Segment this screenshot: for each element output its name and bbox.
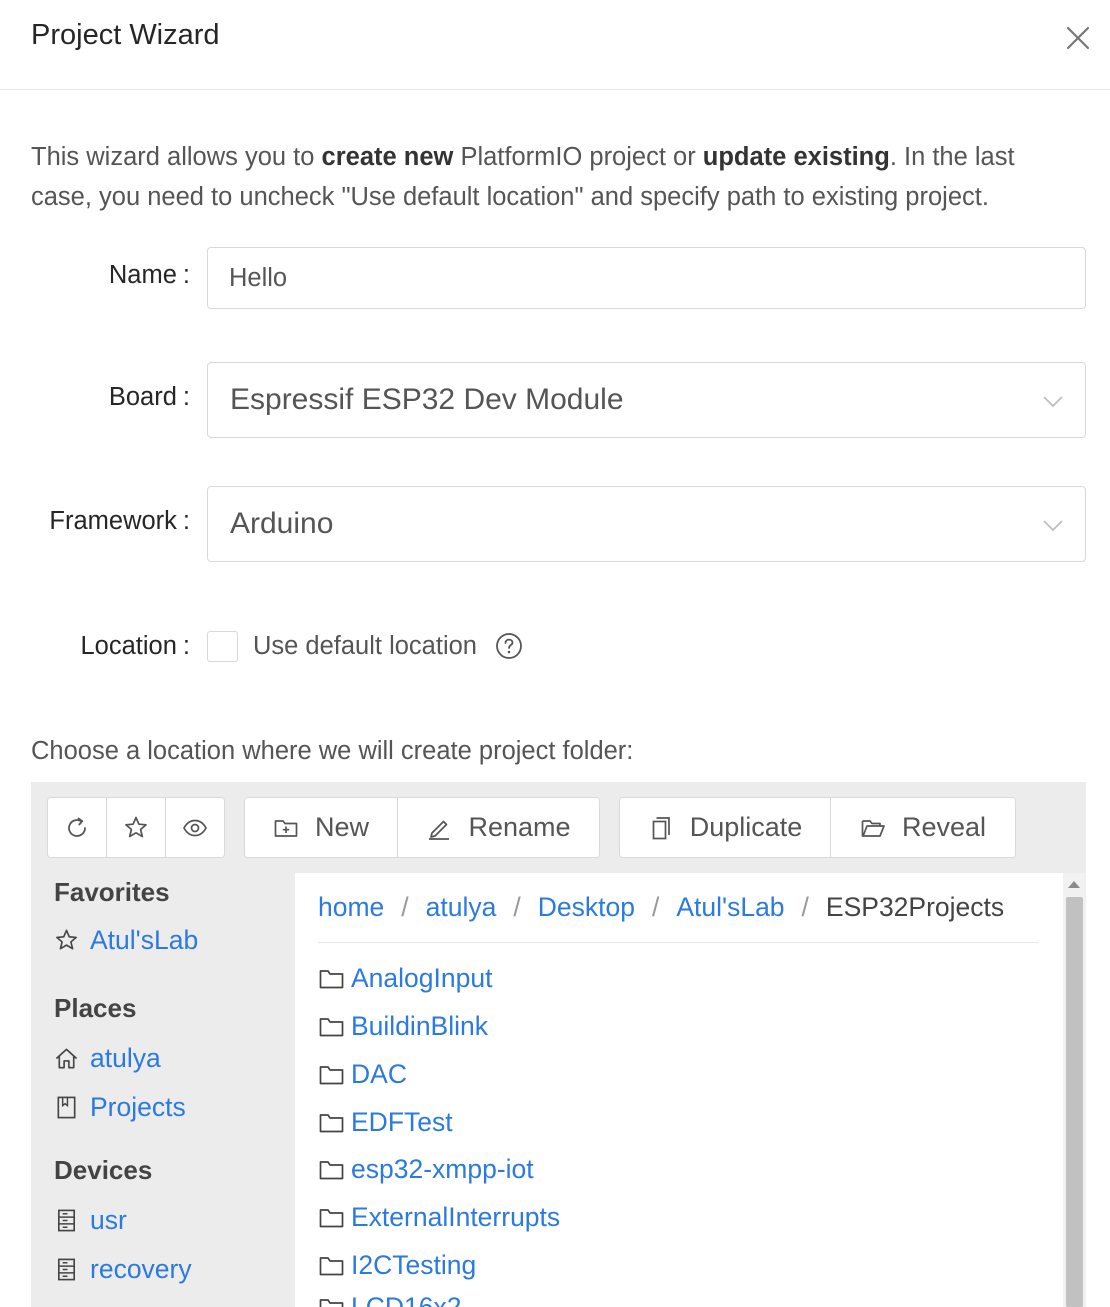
chevron-down-icon — [1043, 396, 1063, 408]
folder-item[interactable]: AnalogInput — [318, 963, 492, 994]
framework-label: Framework: — [49, 507, 190, 535]
folder-icon — [319, 1256, 344, 1275]
scrollbar-thumb[interactable] — [1066, 897, 1083, 1307]
toggle-hidden-button[interactable] — [166, 798, 224, 857]
star-icon — [56, 929, 77, 950]
copy-icon — [652, 816, 670, 839]
scroll-up-arrow-icon[interactable] — [1068, 881, 1080, 888]
toolbar-edit-group: New Rename — [244, 797, 600, 858]
chevron-down-icon — [1043, 520, 1063, 532]
folder-icon — [319, 1208, 344, 1227]
home-icon — [55, 1048, 78, 1069]
folder-icon — [319, 969, 344, 988]
folder-item[interactable]: esp32-xmpp-iot — [318, 1154, 534, 1185]
folder-list-panel — [295, 873, 1063, 1307]
folder-icon — [319, 1298, 344, 1307]
toolbar-icon-group — [47, 797, 225, 858]
close-button[interactable] — [1062, 22, 1094, 54]
new-folder-button[interactable]: New — [245, 798, 398, 857]
folder-icon — [319, 1160, 344, 1179]
sidebar-item-recovery[interactable]: recovery — [54, 1254, 192, 1285]
breadcrumb-home[interactable]: home — [318, 892, 384, 923]
folder-open-icon — [861, 819, 885, 837]
refresh-icon — [68, 817, 86, 837]
refresh-button[interactable] — [48, 798, 107, 857]
toolbar-file-group: Duplicate Reveal — [619, 797, 1016, 858]
default-location-checkbox[interactable] — [207, 631, 238, 662]
folder-add-icon — [274, 819, 298, 837]
folder-item[interactable]: ExternalInterrupts — [318, 1202, 560, 1233]
breadcrumb-divider — [318, 942, 1038, 943]
location-label: Location: — [80, 632, 190, 660]
eye-icon — [183, 819, 207, 836]
folder-item[interactable]: LCD16x2 — [318, 1292, 461, 1307]
board-label: Board: — [108, 383, 190, 411]
help-icon[interactable] — [495, 632, 523, 660]
folder-icon — [319, 1065, 344, 1084]
board-select[interactable]: Espressif ESP32 Dev Module — [207, 362, 1086, 438]
devices-heading: Devices — [54, 1155, 153, 1185]
rename-button[interactable]: Rename — [398, 798, 599, 857]
favorites-heading: Favorites — [54, 877, 170, 907]
framework-select-value: Arduino — [230, 507, 334, 540]
star-icon — [125, 816, 147, 837]
location-prompt: Choose a location where we will create p… — [31, 737, 634, 765]
bookmark-book-icon — [57, 1096, 76, 1119]
folder-item[interactable]: I2CTesting — [318, 1250, 476, 1281]
sidebar-item-atulslab[interactable]: Atul'sLab — [54, 925, 198, 956]
breadcrumb-atulya[interactable]: atulya — [426, 892, 497, 923]
framework-select[interactable]: Arduino — [207, 486, 1086, 562]
breadcrumb-current: ESP32Projects — [825, 892, 1005, 922]
sidebar-item-atulya[interactable]: atulya — [54, 1043, 161, 1074]
sidebar-item-usr[interactable]: usr — [54, 1205, 127, 1236]
sidebar-item-projects[interactable]: Projects — [54, 1092, 186, 1123]
name-label: Name: — [108, 261, 190, 289]
reveal-button[interactable]: Reveal — [831, 798, 1015, 857]
name-input[interactable] — [207, 247, 1086, 309]
breadcrumb-atulslab[interactable]: Atul'sLab — [676, 892, 784, 923]
folder-item[interactable]: BuildinBlink — [318, 1011, 488, 1042]
folder-icon — [319, 1113, 344, 1132]
close-icon — [1066, 26, 1090, 50]
breadcrumb-desktop[interactable]: Desktop — [538, 892, 635, 923]
dialog-header: Project Wizard — [0, 0, 1110, 90]
folder-icon — [319, 1017, 344, 1036]
intro-text: This wizard allows you to create new Pla… — [31, 143, 1015, 211]
default-location-label[interactable]: Use default location — [253, 632, 477, 661]
drive-icon — [57, 1209, 76, 1232]
board-select-value: Espressif ESP32 Dev Module — [230, 383, 624, 416]
drive-icon — [57, 1258, 76, 1281]
folder-item[interactable]: DAC — [318, 1059, 407, 1090]
breadcrumb: home / atulya / Desktop / Atul'sLab / ES… — [318, 892, 1005, 923]
favorite-button[interactable] — [107, 798, 166, 857]
duplicate-button[interactable]: Duplicate — [620, 798, 831, 857]
dialog-title: Project Wizard — [31, 19, 220, 51]
places-heading: Places — [54, 993, 137, 1023]
pencil-icon — [429, 820, 450, 840]
folder-item[interactable]: EDFTest — [318, 1107, 453, 1138]
